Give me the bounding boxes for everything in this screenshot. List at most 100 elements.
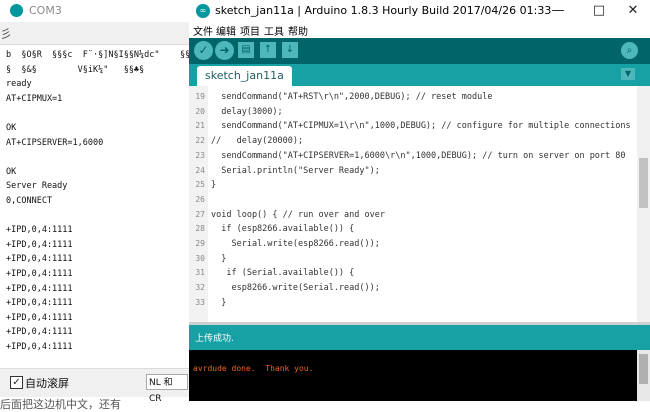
line-number: 22 [195, 136, 205, 146]
code-text: void loop() { // run over and over [211, 209, 385, 220]
menu-file[interactable]: 文件 [193, 23, 213, 38]
menu-edit[interactable]: 编辑 [216, 23, 236, 38]
code-text: esp8266.write(Serial.read()); [211, 283, 380, 294]
ide-toolbar: ✓ ➜ ▤ ↑ ↓ ⌕ [189, 38, 650, 64]
serial-line: b §O§R §§§c F¨·§]N§I§§N¼dc" §§ [6, 50, 190, 60]
code-line[interactable]: 25} [189, 178, 629, 192]
new-icon[interactable]: ▤ [238, 42, 254, 58]
upload-icon[interactable]: ➜ [215, 41, 234, 60]
autoscroll-checkbox[interactable]: ✓ [10, 376, 23, 389]
serial-line: +IPD,0,4:1111 [6, 342, 73, 352]
code-line[interactable]: 32 esp8266.write(Serial.read()); [189, 281, 629, 295]
serial-line: +IPD,0,4:1111 [6, 225, 73, 236]
editor-scroll-thumb[interactable] [639, 158, 648, 208]
code-line[interactable]: 29 Serial.write(esp8266.read()); [189, 237, 629, 251]
code-line[interactable]: 20 delay(3000); [189, 105, 629, 119]
serial-line: +IPD,0,4:1111 [6, 269, 73, 279]
serial-window-title: COM3 [29, 4, 62, 17]
arduino-app-icon [10, 4, 23, 17]
code-line[interactable]: 23 sendCommand("AT+CIPSERVER=1,6000\r\n"… [189, 149, 629, 163]
verify-icon[interactable]: ✓ [194, 41, 213, 60]
code-text: } [211, 253, 227, 264]
serial-line: OK [6, 123, 17, 133]
line-number: 26 [195, 194, 205, 204]
menu-bar: 文件 编辑 项目 工具 帮助 [189, 22, 650, 38]
status-message: 上传成功. [195, 334, 234, 344]
serial-line: +IPD,0,4:1111 [6, 254, 73, 265]
code-line[interactable]: 26 [189, 193, 629, 207]
maximize-button[interactable]: □ [582, 1, 616, 21]
ide-title-bar: ∞ sketch_jan11a | Arduino 1.8.3 Hourly B… [189, 0, 650, 22]
line-number: 24 [195, 165, 205, 175]
console-output: avrdude done. Thank you. [189, 350, 637, 401]
close-button[interactable]: ✕ [616, 1, 650, 21]
line-number: 30 [195, 253, 205, 263]
code-text: } [211, 297, 227, 308]
line-number: 21 [195, 121, 205, 131]
serial-line: +IPD,0,4:1111 [6, 283, 73, 294]
code-line[interactable]: 30 } [189, 252, 629, 266]
console-scroll-thumb[interactable] [639, 354, 648, 384]
background-caption: 后面把这边机中文，还有 [0, 398, 121, 411]
code-text: sendCommand("AT+CIPMUX=1\r\n",1000,DEBUG… [211, 121, 631, 132]
code-editor[interactable]: 19 sendCommand("AT+RST\r\n",2000,DEBUG);… [189, 86, 650, 322]
line-number: 19 [195, 92, 205, 101]
line-ending-select[interactable]: NL 和 CR [146, 374, 188, 404]
code-line[interactable]: 33 } [189, 296, 629, 310]
minimize-button[interactable]: — [541, 1, 575, 21]
code-line[interactable]: 31 if (Serial.available()) { [189, 266, 629, 280]
line-number: 25 [195, 180, 205, 190]
line-number: 23 [195, 150, 205, 160]
magnifier-icon[interactable]: ⌕ [621, 42, 638, 59]
line-number: 20 [195, 106, 205, 116]
line-number: 31 [195, 268, 205, 278]
arduino-ide-window: ∞ sketch_jan11a | Arduino 1.8.3 Hourly B… [189, 0, 650, 401]
serial-line: +IPD,0,4:1111 [6, 312, 73, 323]
serial-line: 0,CONNECT [6, 196, 53, 206]
serial-line: +IPD,0,4:1111 [6, 298, 73, 309]
console-scrollbar[interactable] [637, 350, 650, 401]
serial-line: Server Ready [6, 181, 68, 192]
code-text: sendCommand("AT+CIPSERVER=1,6000\r\n",10… [211, 150, 626, 161]
serial-line: § §&§ V§iK¼" §§♣§ [6, 64, 145, 75]
code-line[interactable]: 28 if (esp8266.available()) { [189, 222, 629, 236]
line-number: 32 [195, 283, 205, 293]
edge-glyph: 彡 [0, 27, 13, 41]
code-line[interactable]: 22 // delay(20000); [189, 134, 629, 148]
line-number: 33 [195, 297, 205, 307]
serial-line: +IPD,0,4:1111 [6, 327, 73, 338]
code-text: if (Serial.available()) { [211, 268, 355, 279]
code-line[interactable]: 24 Serial.println("Server Ready"); [189, 164, 629, 178]
autoscroll-label: 自动滚屏 [25, 377, 69, 390]
code-text: } [211, 180, 217, 191]
serial-bottom-bar: ✓ 自动滚屏 NL 和 CR [0, 368, 192, 404]
code-line[interactable]: 21 sendCommand("AT+CIPMUX=1\r\n",1000,DE… [189, 119, 631, 133]
code-text: if (esp8266.available()) { [211, 224, 355, 235]
serial-title-bar: COM3 [0, 0, 192, 22]
serial-send-bar[interactable]: 彡 [0, 22, 192, 45]
code-text: Serial.println("Server Ready"); [211, 165, 380, 176]
menu-sketch[interactable]: 项目 [240, 23, 260, 38]
menu-help[interactable]: 帮助 [288, 23, 308, 38]
tab-strip: sketch_jan11a ▼ [189, 64, 650, 86]
editor-scrollbar[interactable] [637, 86, 650, 322]
serial-line: +IPD,0,4:1111 [6, 239, 73, 250]
code-text: delay(3000); [211, 106, 283, 117]
serial-output-area[interactable]: b §O§R §§§c F¨·§]N§I§§N¼dc" §§ § §&§ V§iK… [0, 46, 190, 368]
code-line[interactable]: 27 void loop() { // run over and over [189, 208, 629, 222]
save-icon[interactable]: ↓ [282, 42, 298, 58]
code-text: sendCommand("AT+RST\r\n",2000,DEBUG); //… [211, 92, 493, 102]
arduino-logo-icon: ∞ [196, 4, 210, 18]
tab-sketch[interactable]: sketch_jan11a [197, 66, 292, 86]
ide-window-title: sketch_jan11a | Arduino 1.8.3 Hourly Bui… [215, 4, 552, 17]
menu-tools[interactable]: 工具 [264, 23, 284, 38]
tab-menu-icon[interactable]: ▼ [621, 68, 635, 80]
serial-line: ready [6, 79, 32, 90]
code-line[interactable]: 19 sendCommand("AT+RST\r\n",2000,DEBUG);… [189, 90, 629, 104]
code-text: // delay(20000); [211, 136, 304, 147]
open-icon[interactable]: ↑ [260, 42, 276, 58]
console-line: avrdude done. Thank you. [193, 364, 314, 373]
serial-monitor-window: COM3 彡 b §O§R §§§c F¨·§]N§I§§N¼dc" §§ § §… [0, 0, 192, 411]
serial-line: OK [6, 166, 17, 177]
line-number: 29 [195, 239, 205, 248]
